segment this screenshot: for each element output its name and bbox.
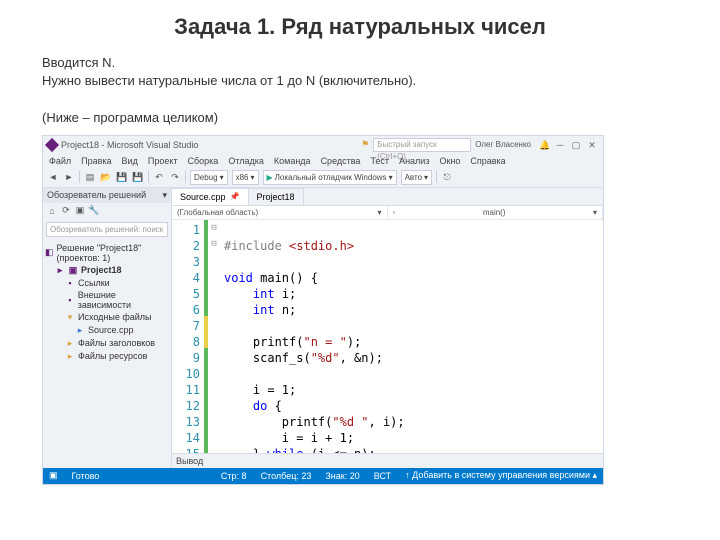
solution-tree: ◧Решение "Project18" (проектов: 1) ▸▣Pro… [43,240,171,365]
status-col: Столбец: 23 [261,471,312,481]
slide-line-3: (Ниже – программа целиком) [42,110,218,125]
slide-line-2: Нужно вывести натуральные числа от 1 до … [42,73,416,88]
menu-team[interactable]: Команда [274,156,311,166]
code-editor[interactable]: 1234 5678 9101112 13141516 ⊟ ⊟ #include … [172,220,603,453]
status-line: Стр: 8 [221,471,247,481]
slide-body: Вводится N. Нужно вывести натуральные чи… [0,48,720,135]
menu-edit[interactable]: Правка [81,156,111,166]
menu-file[interactable]: Файл [49,156,71,166]
tool-icon[interactable]: ⎋ [441,171,453,183]
tab-project[interactable]: Project18 [249,188,304,205]
window-title: Project18 - Microsoft Visual Studio [61,140,357,150]
save-all-icon[interactable]: 💾 [132,171,144,183]
tab-source[interactable]: Source.cpp📌 [172,188,249,205]
status-bar: ▣ Готово Стр: 8 Столбец: 23 Знак: 20 ВСТ… [43,468,603,484]
user-name[interactable]: Олег Власенко [475,140,531,149]
menu-help[interactable]: Справка [470,156,505,166]
slide-title: Задача 1. Ряд натуральных чисел [0,0,720,48]
collapse-icon[interactable]: ▣ [74,205,86,217]
menu-bar: Файл Правка Вид Проект Сборка Отладка Ко… [43,154,603,168]
status-scm[interactable]: ↑ Добавить в систему управления версиями… [405,470,597,481]
panel-dropdown-icon[interactable]: ▾ [162,190,167,201]
config-dropdown[interactable]: Debug▾ [190,170,228,185]
header-folder-node[interactable]: ▸Файлы заголовков [45,337,169,350]
main-toolbar: ◄ ► ▤ 📂 💾 💾 ↶ ↷ Debug▾ x86▾ ▶Локальный о… [43,168,603,188]
solution-explorer-header: Обозреватель решений ▾ [43,188,171,203]
close-button[interactable]: ✕ [585,139,599,151]
menu-debug[interactable]: Отладка [228,156,264,166]
play-icon: ▶ [267,173,273,182]
scope-right-dropdown[interactable]: ◦ main()▾ [388,206,604,219]
solution-search-input[interactable]: Обозреватель решений: поиск [46,222,168,237]
menu-build[interactable]: Сборка [188,156,219,166]
status-char: Знак: 20 [325,471,359,481]
platform-dropdown[interactable]: x86▾ [232,170,259,185]
maximize-button[interactable]: ▢ [569,139,583,151]
quick-launch-input[interactable]: Быстрый запуск (Ctrl+Q) [373,138,471,152]
menu-window[interactable]: Окно [439,156,460,166]
new-file-icon[interactable]: ▤ [84,171,96,183]
output-tab[interactable]: Вывод [172,453,603,468]
external-deps-node[interactable]: ▪Внешние зависимости [45,289,169,311]
menu-analyze[interactable]: Анализ [399,156,429,166]
status-ready: Готово [72,471,100,481]
menu-tools[interactable]: Средства [321,156,361,166]
status-ready-icon: ▣ [49,470,58,481]
visual-studio-window: Project18 - Microsoft Visual Studio ⚑ Бы… [42,135,604,485]
scope-bar: (Глобальная область)▾ ◦ main()▾ [172,206,603,220]
start-debug-button[interactable]: ▶Локальный отладчик Windows▾ [263,170,397,185]
menu-view[interactable]: Вид [122,156,138,166]
project-node[interactable]: ▸▣Project18 [45,264,169,277]
solution-node[interactable]: ◧Решение "Project18" (проектов: 1) [45,242,169,264]
flag-icon[interactable]: ⚑ [361,139,369,150]
properties-icon[interactable]: 🔧 [88,205,100,217]
nav-fwd-icon[interactable]: ► [63,171,75,183]
home-icon[interactable]: ⌂ [46,205,58,217]
window-titlebar: Project18 - Microsoft Visual Studio ⚑ Бы… [43,136,603,154]
line-gutter: 1234 5678 9101112 13141516 [172,220,204,453]
minimize-button[interactable]: ─ [553,139,567,151]
menu-project[interactable]: Проект [148,156,178,166]
pin-icon[interactable]: 📌 [230,192,240,201]
code-text[interactable]: #include <stdio.h> void main() { int i; … [220,220,603,453]
references-node[interactable]: ▪Ссылки [45,277,169,289]
slide-line-1: Вводится N. [42,55,115,70]
save-icon[interactable]: 💾 [116,171,128,183]
solution-explorer: Обозреватель решений ▾ ⌂ ⟳ ▣ 🔧 Обозреват… [43,188,172,468]
status-insert: ВСТ [374,471,391,481]
vs-logo-icon [45,138,59,152]
editor-pane: Source.cpp📌 Project18 (Глобальная област… [172,188,603,468]
redo-icon[interactable]: ↷ [169,171,181,183]
notification-icon[interactable]: 🔔 [539,140,549,150]
fold-column[interactable]: ⊟ ⊟ [208,220,220,453]
extra-dropdown[interactable]: Авто▾ [401,170,432,185]
menu-test[interactable]: Тест [370,156,389,166]
source-file-node[interactable]: ▸Source.cpp [45,324,169,337]
refresh-icon[interactable]: ⟳ [60,205,72,217]
resource-folder-node[interactable]: ▸Файлы ресурсов [45,350,169,363]
scope-left-dropdown[interactable]: (Глобальная область)▾ [172,206,388,219]
source-folder-node[interactable]: ▾Исходные файлы [45,311,169,324]
undo-icon[interactable]: ↶ [153,171,165,183]
nav-back-icon[interactable]: ◄ [47,171,59,183]
editor-tabstrip: Source.cpp📌 Project18 [172,188,603,206]
open-file-icon[interactable]: 📂 [100,171,112,183]
